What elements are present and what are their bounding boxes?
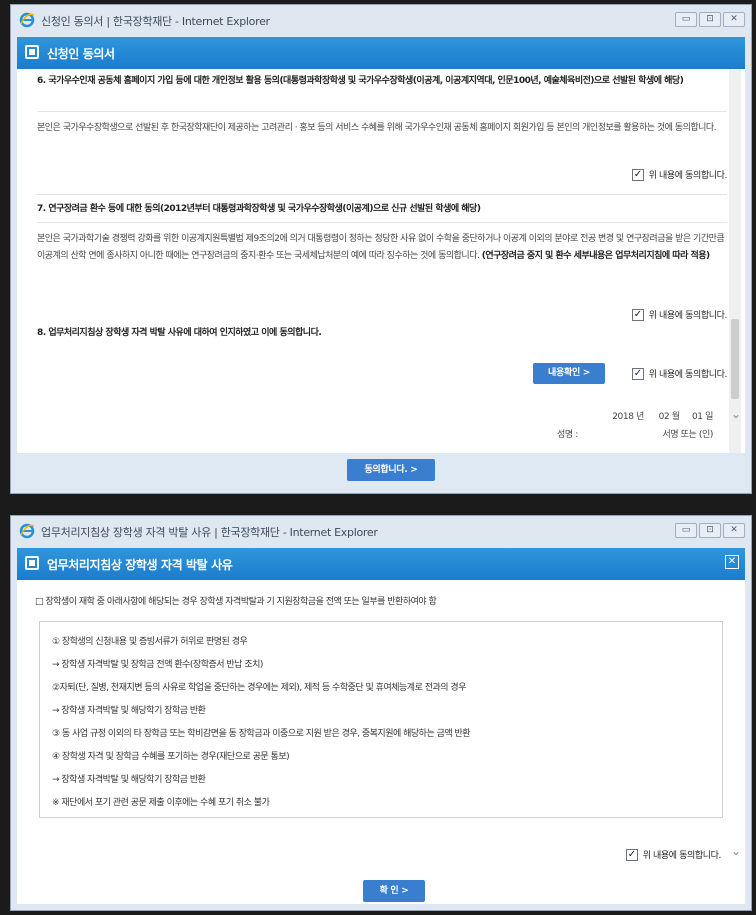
- section6-agree-label: 위 내용에 동의합니다.: [648, 171, 728, 181]
- dialog-header: 신청인 동의서: [17, 37, 745, 69]
- scrollbar[interactable]: [729, 69, 741, 453]
- sign-date: 2018 년 02 월 01 일: [612, 409, 713, 422]
- maximize-button[interactable]: ⊡: [699, 12, 721, 27]
- close-icon[interactable]: ✕: [725, 555, 739, 569]
- disqualification-agree-label: 위 내용에 동의합니다.: [642, 851, 722, 861]
- window-title: 업무처리지침상 장학생 자격 박탈 사유 | 한국장학재단 - Internet…: [41, 526, 378, 539]
- sign-name-label: 성명 :: [557, 430, 578, 440]
- sign-month: 02: [658, 412, 670, 422]
- section7-title: 7. 연구장려금 환수 등에 대한 동의(2012년부터 대통령과학장학생 및 …: [37, 204, 481, 214]
- section6-body: 본인은 국가우수장학생으로 선발된 후 한국장학재단이 제공하는 고려관리 · …: [37, 111, 727, 137]
- rule-line: ④ 장학생 자격 및 장학금 수혜를 포기하는 경우(재단으로 공문 통보): [52, 752, 290, 762]
- section8-agree-checkbox[interactable]: ✓: [631, 367, 644, 380]
- content-confirm-button[interactable]: 내용확인 >: [533, 363, 605, 384]
- internet-explorer-icon: [19, 12, 35, 28]
- document-icon: [25, 556, 39, 570]
- section7-agree[interactable]: ✓ 위 내용에 동의합니다.: [631, 308, 728, 321]
- maximize-button[interactable]: ⊡: [699, 523, 721, 538]
- section8-agree-label: 위 내용에 동의합니다.: [648, 370, 728, 380]
- rules-box: ① 장학생의 신청내용 및 증빙서류가 허위로 판명된 경우 → 장학생 자격박…: [39, 621, 723, 818]
- window-titlebar[interactable]: 신청인 동의서 | 한국장학재단 - Internet Explorer ▭ ⊡…: [11, 5, 751, 37]
- consent-window: 신청인 동의서 | 한국장학재단 - Internet Explorer ▭ ⊡…: [10, 4, 752, 494]
- disqualification-agree-checkbox[interactable]: ✓: [625, 848, 638, 861]
- section8-agree[interactable]: ✓ 위 내용에 동의합니다.: [631, 367, 728, 380]
- section6-agree-checkbox[interactable]: ✓: [631, 168, 644, 181]
- sign-month-unit: 월: [671, 412, 680, 422]
- section7-agree-checkbox[interactable]: ✓: [631, 308, 644, 321]
- rule-line: ②자퇴(단, 질병, 천재지변 등의 사유로 학업을 중단하는 경우에는 제외)…: [52, 683, 466, 693]
- ok-button[interactable]: 확 인 >: [363, 880, 425, 902]
- close-button[interactable]: ✕: [723, 12, 745, 27]
- section7-body-bold: (연구장려금 중지 및 환수 세부내용은 업무처리지침에 따라 적용): [481, 251, 710, 261]
- dialog-body: 6. 국가우수인재 공동체 홈페이지 가입 등에 대한 개인정보 활용 동의(대…: [17, 69, 745, 487]
- section7-body: 본인은 국가과학기술 경쟁력 강화를 위한 이공계지원특별법 제9조의2에 의거…: [37, 222, 727, 265]
- rule-line: ③ 동 사업 규정 이외의 타 장학금 또는 학비감면을 동 장학금과 이중으로…: [52, 729, 471, 739]
- close-button[interactable]: ✕: [723, 523, 745, 538]
- dialog-title: 신청인 동의서: [47, 47, 115, 61]
- sign-year: 2018: [612, 412, 634, 422]
- sign-day-unit: 일: [705, 412, 713, 422]
- divider: [37, 194, 727, 195]
- rule-line: ※ 재단에서 포기 관련 공문 제출 이후에는 수혜 포기 취소 불가: [52, 798, 270, 808]
- consent-scroll-area[interactable]: 6. 국가우수인재 공동체 홈페이지 가입 등에 대한 개인정보 활용 동의(대…: [17, 69, 745, 453]
- dialog-title: 업무처리지침상 장학생 자격 박탈 사유: [47, 558, 233, 572]
- sign-day: 01: [691, 412, 703, 422]
- rule-line: → 장학생 자격박탈 및 장학금 전액 환수(장학증서 반납 조치): [52, 660, 263, 670]
- internet-explorer-icon: [19, 523, 35, 539]
- disqualification-agree[interactable]: ✓ 위 내용에 동의합니다.: [625, 848, 722, 861]
- notice-text: □ 장학생이 재학 중 아래사항에 해당되는 경우 장학생 자격박탈과 기 지원…: [35, 597, 437, 607]
- window-controls: ▭ ⊡ ✕: [675, 523, 745, 538]
- scroll-down-icon[interactable]: ⌄: [731, 844, 741, 858]
- scroll-down-icon[interactable]: ⌄: [731, 407, 741, 421]
- minimize-button[interactable]: ▭: [675, 12, 697, 27]
- section8-title: 8. 업무처리지침상 장학생 자격 박탈 사유에 대하여 인지하였고 이에 동의…: [37, 328, 322, 338]
- sign-seal-label: 서명 또는 (인): [662, 430, 713, 440]
- section7-agree-label: 위 내용에 동의합니다.: [648, 311, 728, 321]
- window-controls: ▭ ⊡ ✕: [675, 12, 745, 27]
- disqualification-window: 업무처리지침상 장학생 자격 박탈 사유 | 한국장학재단 - Internet…: [10, 515, 752, 911]
- dialog-body: □ 장학생이 재학 중 아래사항에 해당되는 경우 장학생 자격박탈과 기 지원…: [17, 580, 745, 904]
- rule-line: → 장학생 자격박탈 및 해당학기 장학금 반환: [52, 706, 206, 716]
- rule-line: ① 장학생의 신청내용 및 증빙서류가 허위로 판명된 경우: [52, 637, 248, 647]
- minimize-button[interactable]: ▭: [675, 523, 697, 538]
- section6-agree[interactable]: ✓ 위 내용에 동의합니다.: [631, 168, 728, 181]
- window-titlebar[interactable]: 업무처리지침상 장학생 자격 박탈 사유 | 한국장학재단 - Internet…: [11, 516, 751, 548]
- sign-year-unit: 년: [636, 412, 644, 422]
- section6-title: 6. 국가우수인재 공동체 홈페이지 가입 등에 대한 개인정보 활용 동의(대…: [37, 76, 684, 86]
- rule-line: → 장학생 자격박탈 및 해당학기 장학금 반환: [52, 775, 206, 785]
- window-title: 신청인 동의서 | 한국장학재단 - Internet Explorer: [41, 15, 270, 28]
- agree-submit-button[interactable]: 동의합니다. >: [347, 459, 435, 481]
- dialog-header: 업무처리지침상 장학생 자격 박탈 사유 ✕: [17, 548, 745, 580]
- dialog-footer: 동의합니다. >: [17, 453, 745, 487]
- document-icon: [25, 45, 39, 59]
- scrollbar-thumb[interactable]: [731, 319, 739, 399]
